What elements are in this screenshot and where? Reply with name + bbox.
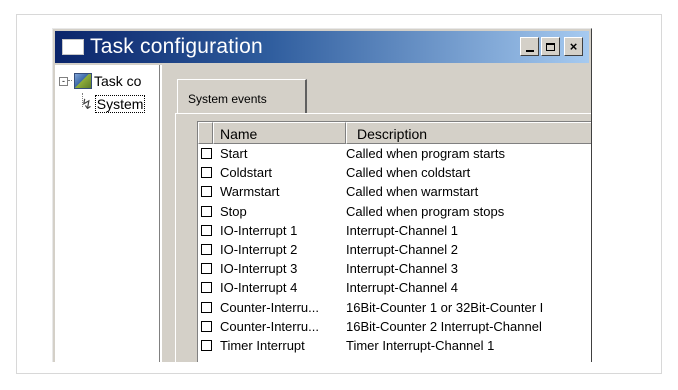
event-name: Warmstart [220,184,280,200]
event-name: IO-Interrupt 4 [220,280,298,296]
list-item[interactable]: IO-Interrupt 2 Interrupt-Channel 2 [198,240,591,259]
minimize-button[interactable] [520,37,539,56]
event-description: Called when program starts [346,146,505,162]
list-item[interactable]: Coldstart Called when coldstart [198,163,591,182]
event-description: Interrupt-Channel 3 [346,261,459,277]
tab-system-events[interactable]: System events [177,79,307,113]
list-item[interactable]: IO-Interrupt 4 Interrupt-Channel 4 [198,278,591,297]
event-checkbox[interactable] [201,244,212,256]
task-configuration-window: Task configuration × - Task co ↯ System [52,28,592,362]
event-checkbox[interactable] [201,282,212,294]
event-description: 16Bit-Counter 2 Interrupt-Channel [346,318,542,334]
maximize-button[interactable] [541,37,560,56]
window-title: Task configuration [90,35,263,58]
close-icon: × [569,39,578,54]
column-header-checkbox[interactable] [198,122,213,144]
list-item[interactable]: Timer Interrupt Timer Interrupt-Channel 1 [198,336,591,355]
event-checkbox[interactable] [201,339,212,351]
window-controls: × [520,37,583,56]
task-tree: - Task co ↯ System [55,65,161,362]
event-description: Called when warmstart [346,184,479,200]
task-config-icon [74,73,92,89]
event-description: Interrupt-Channel 1 [346,222,459,238]
system-events-list: Name Description Start Called when progra… [197,121,591,362]
minimize-icon [525,49,534,52]
event-name: Coldstart [220,165,273,181]
tree-connector [68,80,72,82]
close-button[interactable]: × [564,37,583,56]
event-name: IO-Interrupt 2 [220,242,298,258]
event-name: Counter-Interru... [220,318,319,334]
event-description: Called when program stops [346,203,505,219]
event-checkbox[interactable] [201,186,212,198]
column-header-name[interactable]: Name [213,122,346,144]
tree-item-system-events[interactable]: ↯ System [81,95,146,113]
event-name: Counter-Interru... [220,299,319,315]
list-item[interactable]: IO-Interrupt 3 Interrupt-Channel 3 [198,259,591,278]
list-item[interactable]: Start Called when program starts [198,144,591,163]
event-name: Timer Interrupt [220,337,305,353]
tree-item-root[interactable]: - Task co [59,73,141,89]
list-item[interactable]: Counter-Interru... 16Bit-Counter 2 Interr… [198,317,591,336]
list-item[interactable]: Stop Called when program stops [198,202,591,221]
event-checkbox[interactable] [201,320,212,332]
event-checkbox[interactable] [201,301,212,313]
column-header-description[interactable]: Description [346,122,591,144]
event-name: IO-Interrupt 3 [220,261,298,277]
tree-root-label: Task co [94,73,142,89]
title-bar[interactable]: Task configuration × [55,31,589,63]
event-description: Interrupt-Channel 2 [346,242,459,258]
lightning-icon: ↯ [81,95,93,112]
event-description: 16Bit-Counter 1 or 32Bit-Counter I [346,299,544,315]
pane-splitter[interactable] [160,65,163,362]
event-name: IO-Interrupt 1 [220,222,298,238]
event-name: Start [220,146,248,162]
event-checkbox[interactable] [201,263,212,275]
event-description: Timer Interrupt-Channel 1 [346,337,495,353]
event-checkbox[interactable] [201,167,212,179]
tree-child-label: System [94,95,146,113]
collapse-icon[interactable]: - [59,76,68,86]
list-header: Name Description [198,122,591,144]
event-checkbox[interactable] [201,224,212,236]
list-item[interactable]: Warmstart Called when warmstart [198,182,591,201]
event-description: Called when coldstart [346,165,471,181]
list-item[interactable]: IO-Interrupt 1 Interrupt-Channel 1 [198,221,591,240]
maximize-icon [546,42,555,51]
event-name: Stop [220,203,247,219]
event-checkbox[interactable] [201,205,212,217]
list-rows: Start Called when program starts Coldstart… [198,144,591,355]
list-item[interactable]: Counter-Interru... 16Bit-Counter 1 or 32B… [198,298,591,317]
event-description: Interrupt-Channel 4 [346,280,459,296]
event-checkbox[interactable] [201,148,212,160]
window-icon [62,39,84,55]
